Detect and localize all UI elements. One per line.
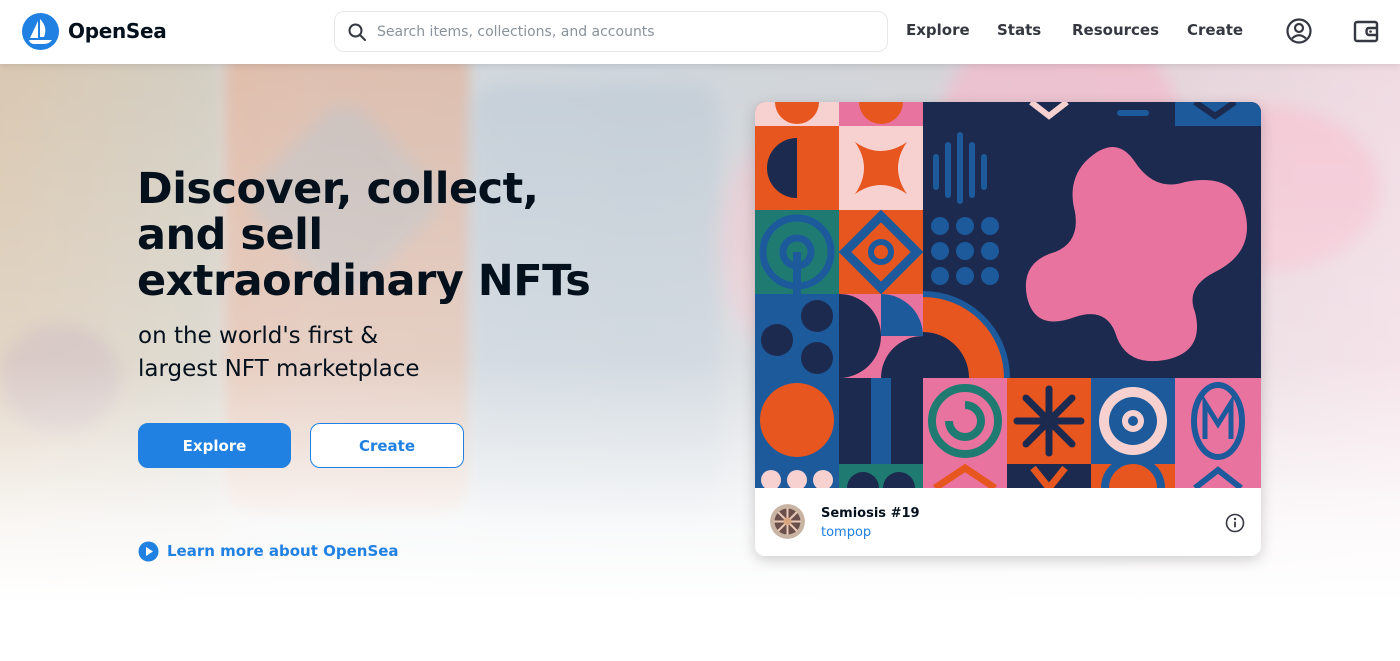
creator-link[interactable]: tompop: [821, 525, 871, 540]
learn-more-label: Learn more about OpenSea: [167, 542, 399, 560]
hero-title: Discover, collect, and sell extraordinar…: [137, 164, 591, 306]
brand-name[interactable]: OpenSea: [68, 19, 167, 43]
play-circle-icon: [138, 541, 159, 561]
create-button[interactable]: Create: [310, 423, 464, 468]
top-nav-bar: OpenSea Explore Stats Resources Create: [0, 0, 1400, 64]
explore-button[interactable]: Explore: [138, 423, 291, 468]
nft-artwork-image: [755, 102, 1261, 488]
nav-explore[interactable]: Explore: [906, 21, 970, 39]
search-icon: [348, 23, 366, 41]
nft-card-footer: Semiosis #19 tompop: [755, 488, 1261, 556]
nav-stats[interactable]: Stats: [997, 21, 1041, 39]
search-bar[interactable]: [334, 11, 888, 52]
creator-avatar[interactable]: [770, 504, 805, 539]
account-icon[interactable]: [1285, 17, 1313, 45]
featured-nft-card[interactable]: Semiosis #19 tompop: [755, 102, 1261, 556]
info-icon[interactable]: [1225, 513, 1245, 533]
learn-more-link[interactable]: Learn more about OpenSea: [138, 540, 399, 562]
hero-subtitle: on the world's first & largest NFT marke…: [138, 323, 420, 382]
wallet-icon[interactable]: [1352, 17, 1380, 45]
nav-create[interactable]: Create: [1187, 21, 1243, 39]
nft-name: Semiosis #19: [821, 506, 920, 521]
search-input[interactable]: [377, 18, 877, 46]
opensea-logo-icon[interactable]: [22, 13, 59, 50]
hero-section: Discover, collect, and sell extraordinar…: [0, 64, 1400, 661]
nav-resources[interactable]: Resources: [1072, 21, 1159, 39]
